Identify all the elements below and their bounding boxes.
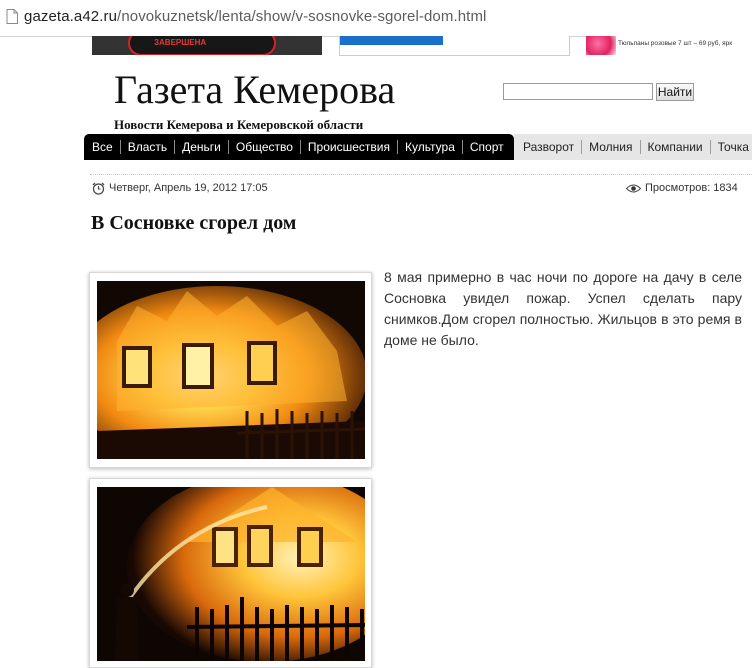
ad-banner-left[interactable]: ЗАВЕРШЕНА bbox=[92, 36, 322, 55]
page-icon bbox=[6, 9, 18, 24]
ad-banner-right[interactable]: Тюльпаны розовые 7 шт – 69 руб, ярк bbox=[586, 36, 752, 55]
nav-item-molniya[interactable]: Молния bbox=[581, 140, 639, 154]
flower-image bbox=[586, 36, 616, 55]
banner-right-text: Тюльпаны розовые 7 шт – 69 руб, ярк bbox=[618, 40, 733, 47]
article-photo-1[interactable] bbox=[89, 272, 372, 468]
nav-item-opinion[interactable]: Точка зр bbox=[709, 140, 752, 154]
burning-house-photo-1 bbox=[97, 281, 365, 459]
primary-nav: Все Власть Деньги Общество Происшествия … bbox=[84, 134, 514, 160]
meta-divider bbox=[90, 174, 752, 176]
banner-left-text: ЗАВЕРШЕНА bbox=[154, 38, 207, 47]
ad-banner-center[interactable] bbox=[339, 36, 570, 56]
nav-item-money[interactable]: Деньги bbox=[174, 140, 228, 154]
article-date: Четверг, Апрель 19, 2012 17:05 bbox=[109, 182, 268, 194]
nav-item-culture[interactable]: Культура bbox=[396, 140, 462, 154]
search-button[interactable]: Найти bbox=[656, 83, 694, 101]
nav-item-razvorot[interactable]: Разворот bbox=[514, 140, 581, 154]
nav-item-society[interactable]: Общество bbox=[227, 140, 300, 154]
banner-blue-strip bbox=[340, 36, 443, 45]
nav-item-companies[interactable]: Компании bbox=[639, 140, 710, 154]
nav-item-incidents[interactable]: Происшествия bbox=[299, 140, 397, 154]
nav-item-sport[interactable]: Спорт bbox=[461, 140, 511, 154]
clock-icon bbox=[92, 182, 105, 195]
nav-item-power[interactable]: Власть bbox=[119, 140, 174, 154]
nav-item-all[interactable]: Все bbox=[84, 140, 120, 154]
burning-house-photo-2 bbox=[97, 487, 365, 661]
address-bar[interactable]: gazeta.a42.ru/novokuznetsk/lenta/show/v-… bbox=[0, 0, 752, 37]
eye-icon bbox=[626, 184, 641, 193]
site-subtitle: Новости Кемерова и Кемеровской области bbox=[114, 117, 364, 132]
article-photo-2[interactable] bbox=[89, 478, 372, 668]
view-count: Просмотров: 1834 bbox=[645, 182, 738, 194]
site-logo[interactable]: Газета Кемерова bbox=[114, 66, 395, 113]
url-text[interactable]: gazeta.a42.ru/novokuznetsk/lenta/show/v-… bbox=[24, 8, 486, 25]
url-domain: gazeta.a42.ru bbox=[24, 8, 118, 25]
secondary-nav: Разворот Молния Компании Точка зр bbox=[514, 134, 752, 160]
article-body: 8 мая примерно в час ночи по дороге на д… bbox=[384, 269, 742, 348]
article-title: В Сосновке сгорел дом bbox=[91, 212, 297, 234]
url-path: /novokuznetsk/lenta/show/v-sosnovke-sgor… bbox=[117, 8, 487, 25]
search-input[interactable] bbox=[503, 83, 653, 100]
